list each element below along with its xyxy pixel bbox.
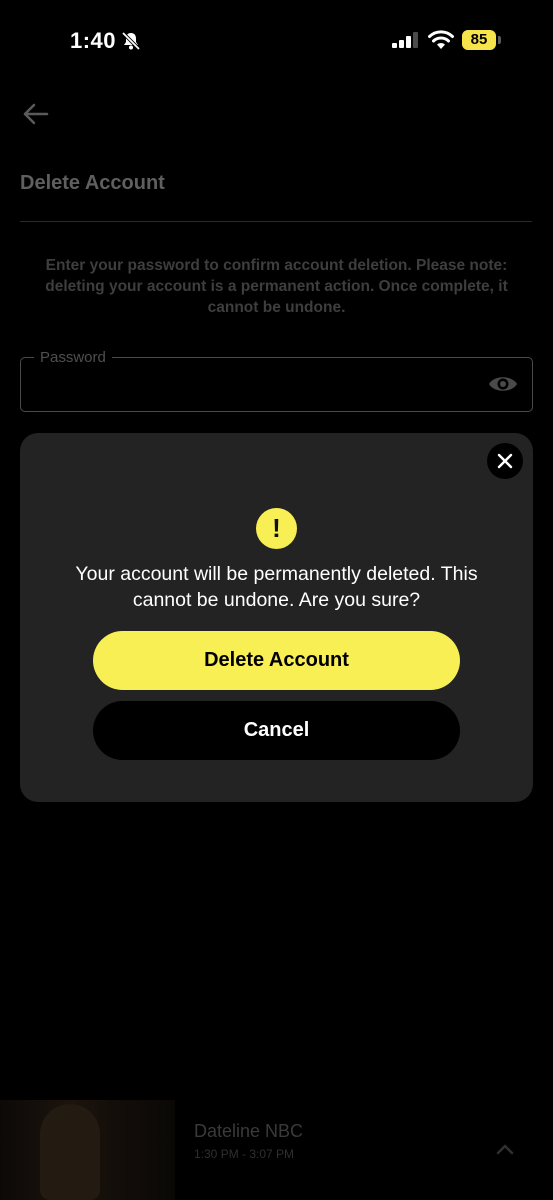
confirm-delete-modal: ! Your account will be permanently delet… xyxy=(20,433,533,802)
eye-icon[interactable] xyxy=(488,372,518,401)
show-title: Dateline NBC xyxy=(194,1121,304,1141)
battery-tip xyxy=(498,36,501,44)
info-text: Enter your password to confirm account d… xyxy=(45,257,508,316)
show-time: 1:30 PM - 3:07 PM xyxy=(194,1147,295,1161)
status-time: 1:40 xyxy=(70,28,117,53)
password-label: Password xyxy=(34,349,112,366)
battery-icon: 85 xyxy=(462,30,496,50)
back-arrow-icon[interactable] xyxy=(22,100,50,128)
close-icon[interactable] xyxy=(487,443,523,479)
divider xyxy=(20,221,532,222)
bell-muted-icon xyxy=(121,31,141,56)
status-bar: 1:40 85 xyxy=(0,0,553,80)
cancel-button[interactable]: Cancel xyxy=(93,701,460,760)
warning-icon: ! xyxy=(256,508,297,549)
chevron-up-icon[interactable] xyxy=(495,1142,515,1161)
show-thumbnail xyxy=(0,1100,175,1200)
wifi-icon xyxy=(428,30,454,55)
page-title: Delete Account xyxy=(20,172,165,194)
delete-account-button[interactable]: Delete Account xyxy=(93,631,460,690)
modal-message: Your account will be permanently deleted… xyxy=(75,563,478,611)
signal-icon xyxy=(392,32,420,53)
thumbnail-figure xyxy=(40,1104,100,1200)
